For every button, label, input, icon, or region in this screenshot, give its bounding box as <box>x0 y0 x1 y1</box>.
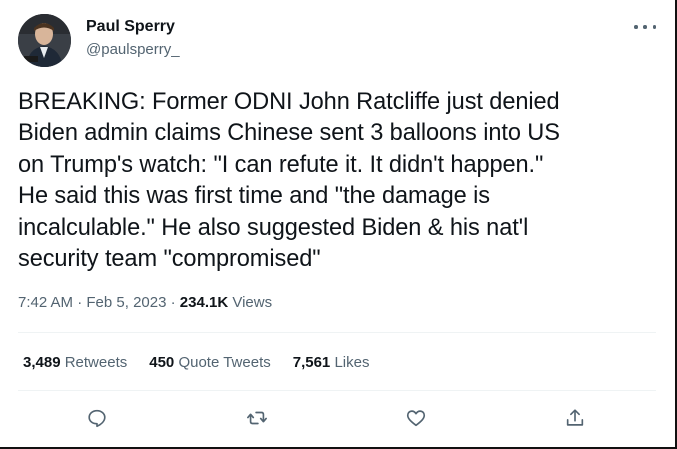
views-count: 234.1K <box>179 294 229 311</box>
retweets-count: 3,489 <box>23 354 61 371</box>
likes-stat[interactable]: 7,561 Likes <box>293 354 370 371</box>
quotes-count: 450 <box>149 354 175 371</box>
like-icon[interactable] <box>403 405 429 431</box>
retweets-label: Retweets <box>64 354 128 371</box>
divider <box>18 390 656 391</box>
engagement-stats: 3,489 Retweets 450 Quote Tweets 7,561 Li… <box>23 354 391 371</box>
reply-icon[interactable] <box>84 405 110 431</box>
more-dot <box>652 25 656 29</box>
tweet-text: BREAKING: Former ODNI John Ratcliffe jus… <box>18 89 560 273</box>
retweets-stat[interactable]: 3,489 Retweets <box>23 354 127 371</box>
likes-label: Likes <box>334 354 370 371</box>
tweet-meta: 7:42 AM · Feb 5, 2023 · 234.1K Views <box>18 294 272 311</box>
likes-count: 7,561 <box>292 354 331 371</box>
more-dot <box>634 25 638 29</box>
divider <box>18 332 656 333</box>
tweet-time[interactable]: 7:42 AM <box>18 294 73 311</box>
quotes-label: Quote Tweets <box>178 354 271 371</box>
author-handle[interactable]: @paulsperry_ <box>86 41 180 58</box>
quotes-stat[interactable]: 450 Quote Tweets <box>149 354 270 371</box>
tweet-date[interactable]: Feb 5, 2023 <box>86 294 166 311</box>
views-label: Views <box>232 294 273 311</box>
meta-separator: · <box>77 294 83 311</box>
action-bar <box>0 405 677 431</box>
avatar[interactable] <box>18 14 71 67</box>
author-name[interactable]: Paul Sperry <box>86 18 175 36</box>
avatar-image <box>18 14 71 67</box>
more-icon[interactable] <box>634 18 656 36</box>
meta-separator: · <box>170 294 176 311</box>
more-dot <box>643 25 647 29</box>
share-icon[interactable] <box>562 405 588 431</box>
retweet-icon[interactable] <box>244 405 270 431</box>
